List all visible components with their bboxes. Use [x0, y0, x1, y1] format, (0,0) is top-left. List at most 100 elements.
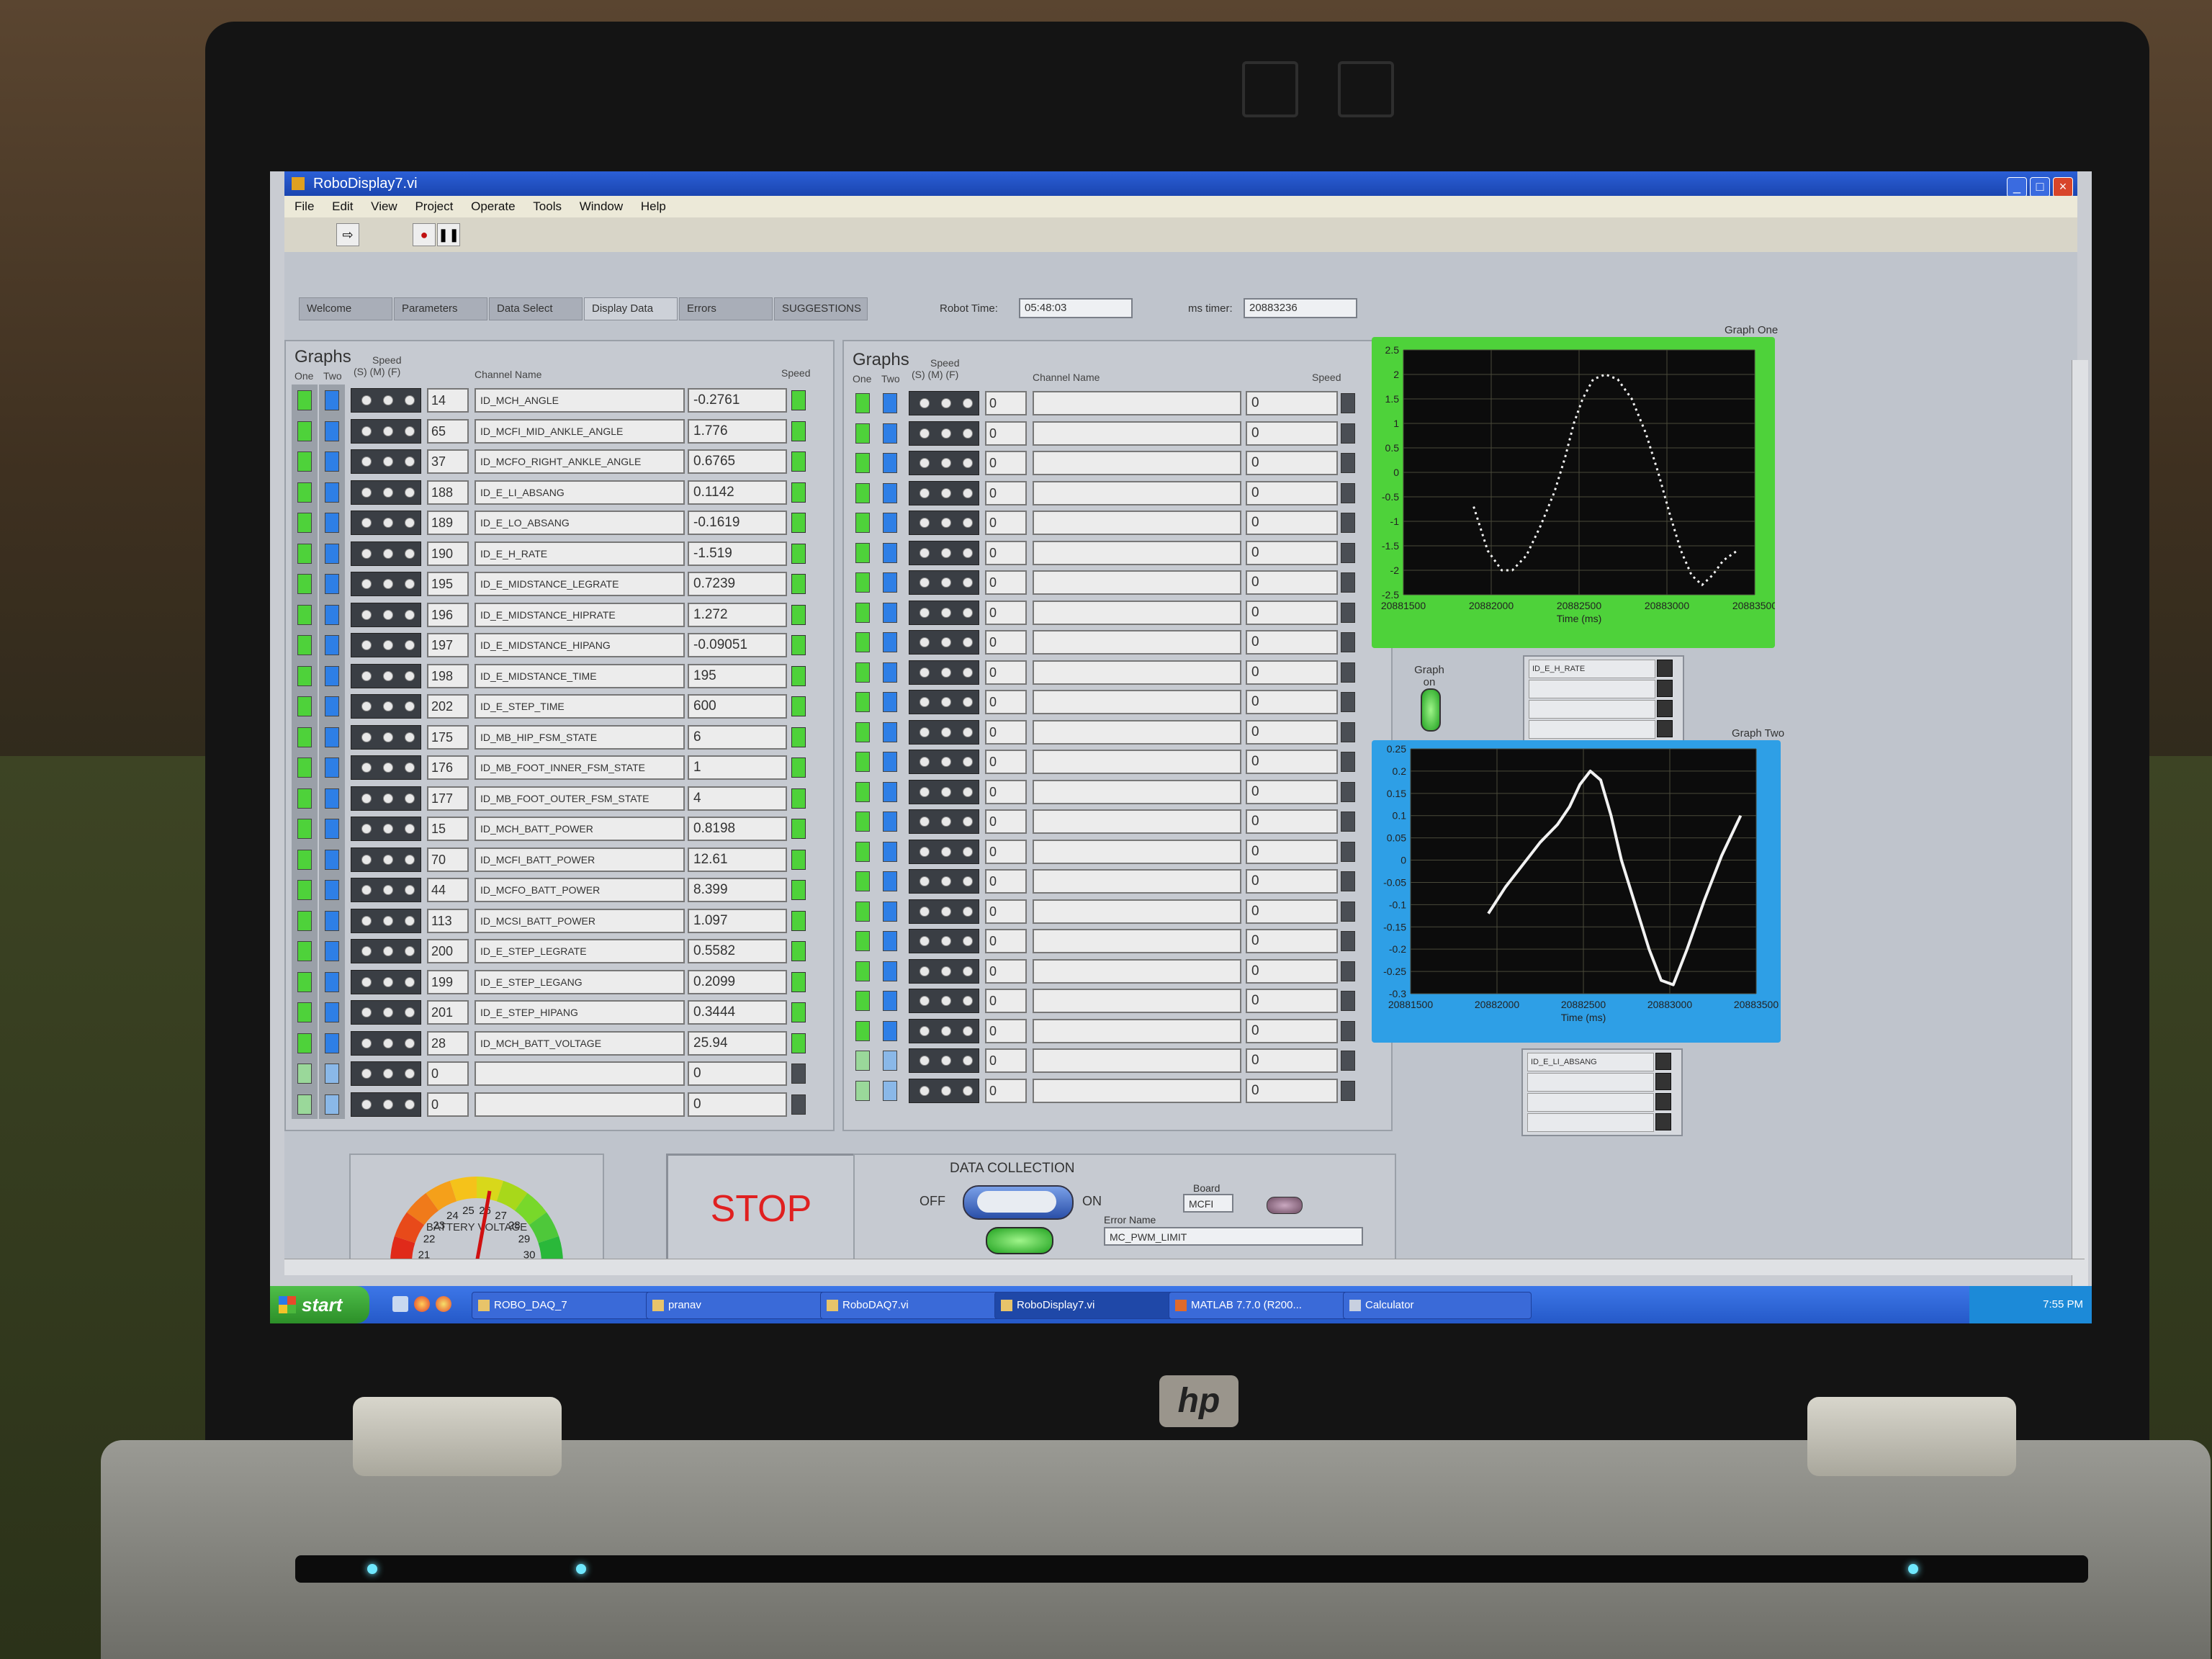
task-matlab[interactable]: MATLAB 7.7.0 (R200... — [1169, 1292, 1357, 1319]
channel-id-field[interactable]: 176 — [427, 755, 469, 780]
channel-name-field[interactable] — [1033, 750, 1241, 774]
channel-name-field[interactable] — [1033, 989, 1241, 1013]
channel-id-field[interactable]: 0 — [985, 1048, 1027, 1073]
speed-radio[interactable] — [963, 757, 973, 767]
graph-one-checkbox[interactable] — [297, 513, 312, 533]
speed-radio[interactable] — [383, 854, 393, 865]
channel-name-field[interactable]: ID_MCSI_BATT_POWER — [475, 908, 685, 933]
channel-id-field[interactable]: 199 — [427, 969, 469, 994]
graph-two-checkbox[interactable] — [325, 513, 339, 533]
speed-radio[interactable] — [963, 607, 973, 618]
tab-parameters[interactable]: Parameters — [394, 297, 487, 320]
speed-radio[interactable] — [941, 518, 951, 528]
speed-radio[interactable] — [963, 667, 973, 678]
graph-two-checkbox[interactable] — [325, 635, 339, 655]
speed-radio[interactable] — [920, 547, 930, 558]
speed-radio[interactable] — [941, 607, 951, 618]
speed-radio[interactable] — [383, 1099, 393, 1110]
graph-one-checkbox[interactable] — [297, 910, 312, 931]
graph-two-checkbox[interactable] — [325, 482, 339, 503]
channel-id-field[interactable]: 0 — [985, 1018, 1027, 1043]
speed-radio[interactable] — [963, 1056, 973, 1066]
graph-two-checkbox[interactable] — [325, 757, 339, 778]
speed-radio[interactable] — [361, 1069, 372, 1079]
speed-radio[interactable] — [920, 697, 930, 707]
graph-one-checkbox[interactable] — [855, 961, 870, 981]
graph-two-checkbox[interactable] — [883, 1080, 897, 1101]
speed-radio[interactable] — [405, 885, 415, 895]
speed-radio[interactable] — [920, 966, 930, 976]
speed-radio[interactable] — [383, 824, 393, 834]
channel-name-field[interactable] — [1033, 719, 1241, 745]
window-titlebar[interactable]: RoboDisplay7.vi _ □ × — [284, 171, 2077, 197]
graph-one-checkbox[interactable] — [297, 451, 312, 472]
menu-project[interactable]: Project — [415, 199, 453, 213]
speed-radio[interactable] — [941, 697, 951, 707]
speed-radio[interactable] — [941, 577, 951, 588]
channel-name-field[interactable]: ID_MB_FOOT_OUTER_FSM_STATE — [475, 786, 685, 811]
graph-one-checkbox[interactable] — [855, 781, 870, 802]
channel-id-field[interactable]: 14 — [427, 388, 469, 413]
vertical-scrollbar[interactable] — [2072, 360, 2088, 1323]
speed-radio[interactable] — [361, 1007, 372, 1017]
speed-radio[interactable] — [361, 854, 372, 865]
speed-radio[interactable] — [920, 577, 930, 588]
speed-radio[interactable] — [383, 885, 393, 895]
channel-id-field[interactable]: 70 — [427, 847, 469, 872]
channel-name-field[interactable]: ID_E_MIDSTANCE_LEGRATE — [475, 572, 685, 596]
channel-name-field[interactable] — [1033, 660, 1241, 685]
speed-radio[interactable] — [361, 518, 372, 528]
graph-one-checkbox[interactable] — [855, 1080, 870, 1101]
graph-one-checkbox[interactable] — [297, 788, 312, 809]
speed-radio[interactable] — [405, 640, 415, 650]
channel-id-field[interactable]: 15 — [427, 817, 469, 841]
graph-one-checkbox[interactable] — [297, 849, 312, 870]
channel-name-field[interactable]: ID_MCH_BATT_POWER — [475, 817, 685, 841]
graph-two-checkbox[interactable] — [883, 841, 897, 862]
speed-radio[interactable] — [963, 846, 973, 857]
channel-id-field[interactable]: 177 — [427, 786, 469, 811]
graph-two-checkbox[interactable] — [883, 721, 897, 742]
speed-radio[interactable] — [963, 577, 973, 588]
graph-one-checkbox[interactable] — [855, 542, 870, 563]
channel-name-field[interactable] — [1033, 630, 1241, 655]
speed-radio[interactable] — [963, 487, 973, 498]
speed-radio[interactable] — [920, 518, 930, 528]
graph-two-checkbox[interactable] — [325, 1033, 339, 1053]
speed-radio[interactable] — [405, 946, 415, 956]
graph-two-legend-empty[interactable] — [1527, 1093, 1654, 1112]
graph-two-checkbox[interactable] — [325, 451, 339, 472]
abort-icon[interactable]: ● — [413, 223, 436, 246]
speed-radio[interactable] — [405, 426, 415, 436]
channel-id-field[interactable]: 0 — [985, 421, 1027, 446]
speed-radio[interactable] — [383, 670, 393, 681]
speed-radio[interactable] — [941, 487, 951, 498]
speed-radio[interactable] — [920, 667, 930, 678]
speed-radio[interactable] — [405, 548, 415, 559]
channel-name-field[interactable]: ID_E_LI_ABSANG — [475, 480, 685, 505]
minimize-icon[interactable]: _ — [2007, 177, 2027, 197]
speed-radio[interactable] — [963, 876, 973, 886]
graph-one-checkbox[interactable] — [855, 632, 870, 652]
graph-two-checkbox[interactable] — [883, 602, 897, 623]
channel-id-field[interactable]: 113 — [427, 908, 469, 933]
graph-one-checkbox[interactable] — [297, 941, 312, 961]
channel-id-field[interactable]: 0 — [985, 958, 1027, 984]
channel-name-field[interactable] — [1033, 391, 1241, 415]
speed-radio[interactable] — [405, 732, 415, 742]
speed-radio[interactable] — [405, 457, 415, 467]
channel-id-field[interactable]: 202 — [427, 694, 469, 719]
speed-radio[interactable] — [383, 946, 393, 956]
legend-swatch[interactable] — [1655, 1113, 1671, 1130]
channel-id-field[interactable]: 196 — [427, 602, 469, 627]
channel-name-field[interactable] — [1033, 839, 1241, 864]
graph-one-legend-empty[interactable] — [1529, 680, 1655, 698]
channel-name-field[interactable]: ID_E_STEP_LEGANG — [475, 969, 685, 994]
graph-two-checkbox[interactable] — [883, 482, 897, 503]
speed-radio[interactable] — [361, 1099, 372, 1110]
channel-id-field[interactable]: 28 — [427, 1030, 469, 1056]
graph-one-checkbox[interactable] — [297, 543, 312, 564]
graph-two-checkbox[interactable] — [883, 393, 897, 413]
speed-radio[interactable] — [361, 426, 372, 436]
channel-name-field[interactable] — [1033, 540, 1241, 565]
